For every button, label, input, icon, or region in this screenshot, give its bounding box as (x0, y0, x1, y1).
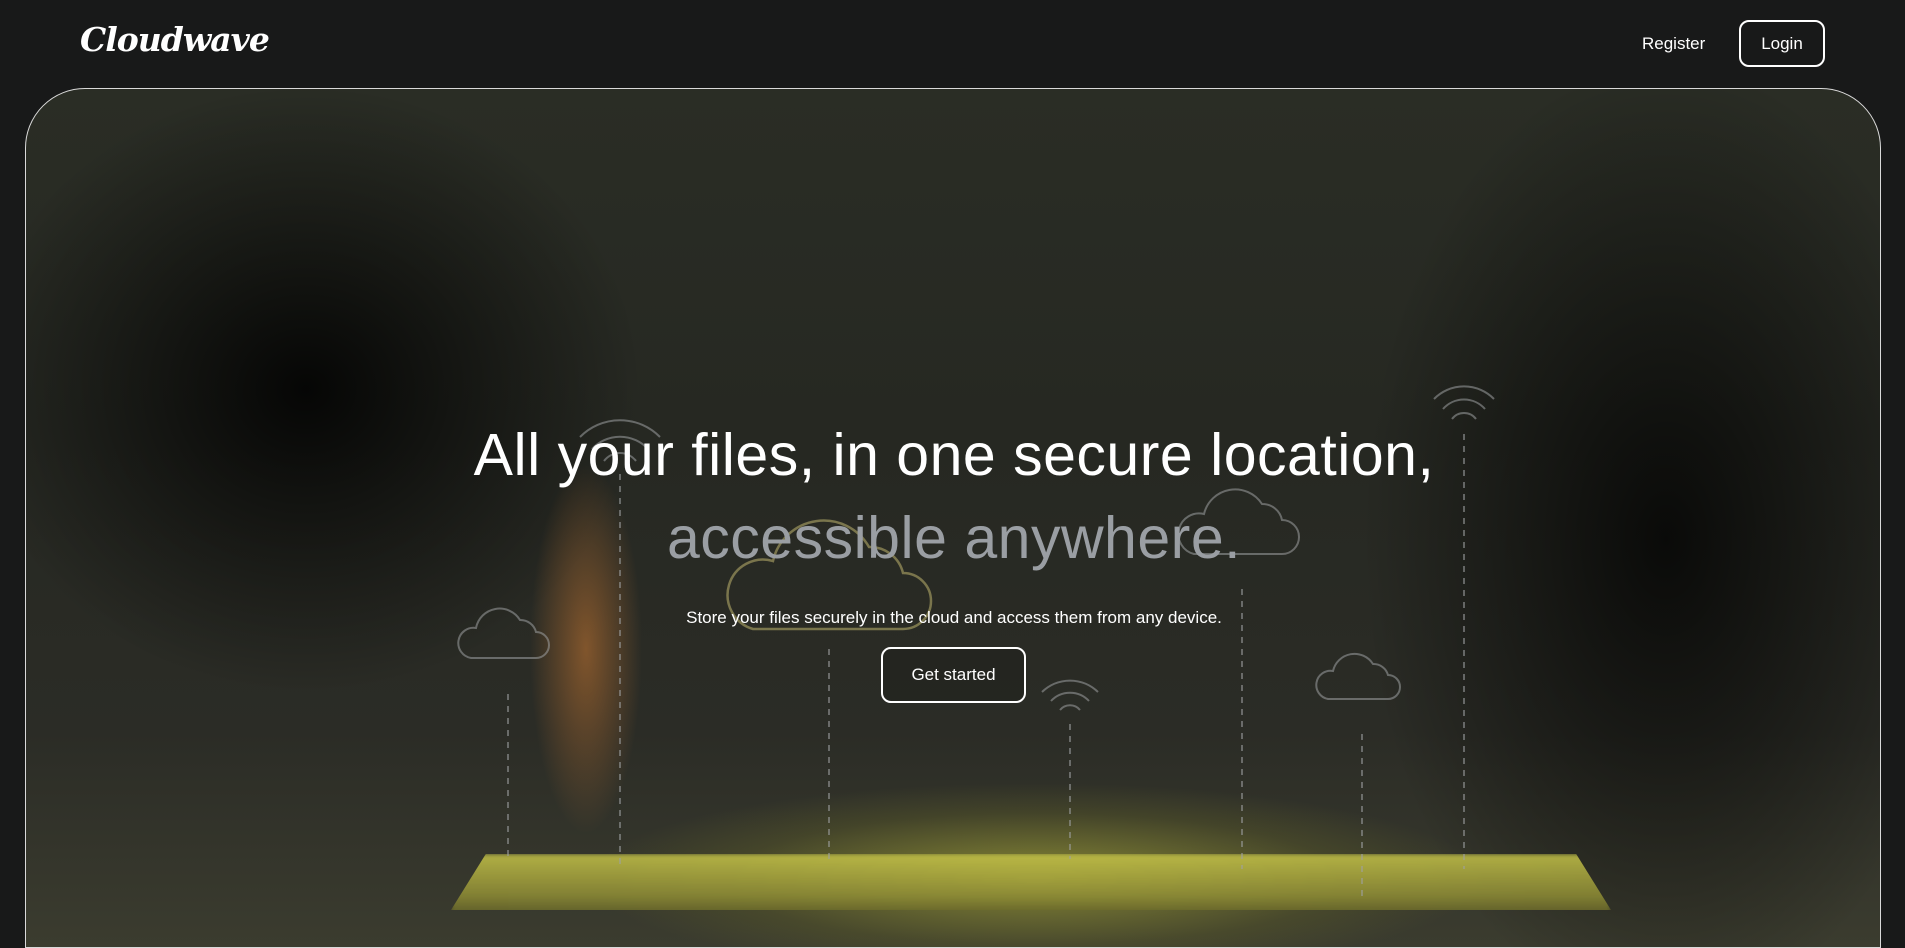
register-link[interactable]: Register (1626, 20, 1721, 68)
brand-logo[interactable]: Cloudwave (80, 20, 270, 59)
cloud-icon (1315, 652, 1401, 700)
top-navbar: Cloudwave Register Login (0, 0, 1905, 88)
hero-headline: All your files, in one secure location, … (26, 414, 1880, 580)
wifi-icon (1041, 679, 1099, 711)
hero-subtitle: Store your files securely in the cloud a… (686, 608, 1222, 627)
get-started-button[interactable]: Get started (881, 647, 1026, 703)
hero-section: All your files, in one secure location, … (25, 88, 1881, 948)
headline-line-secondary: accessible anywhere. (666, 505, 1242, 571)
headline-line-primary: All your files, in one secure location, (473, 422, 1435, 488)
login-button[interactable]: Login (1739, 20, 1825, 67)
